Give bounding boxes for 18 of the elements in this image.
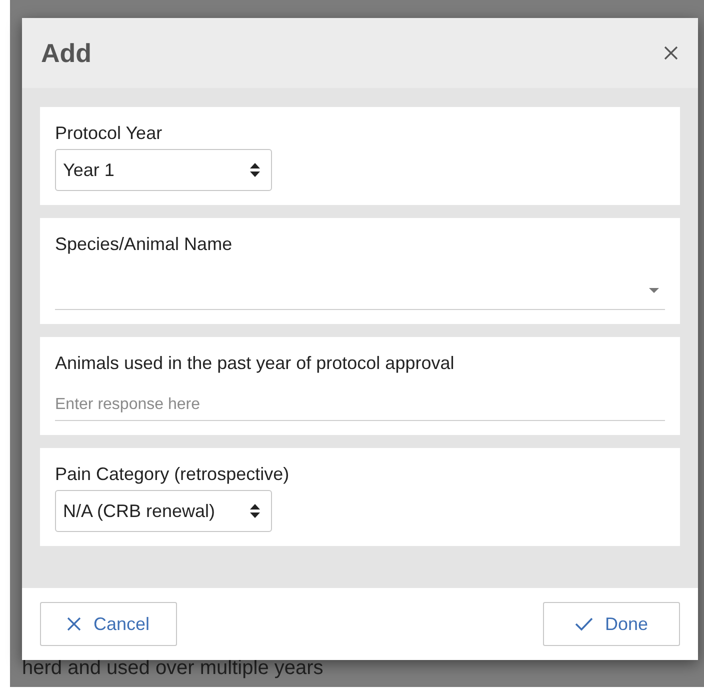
done-button[interactable]: Done — [543, 602, 680, 646]
field-label: Pain Category (retrospective) — [55, 463, 290, 486]
background-text: herd and used over multiple years — [22, 656, 324, 681]
input-field[interactable]: Enter response here — [55, 389, 665, 421]
caret-icon — [649, 288, 659, 294]
close-icon — [67, 617, 82, 631]
sort-icon — [249, 162, 261, 178]
field-label: Protocol Year — [55, 122, 164, 145]
field-card[interactable]: Animals used in the past year of protocol approval Enter response here — [40, 337, 680, 435]
sort-icon — [249, 503, 261, 519]
dialog-title: Add — [41, 36, 92, 70]
select-field[interactable]: Year 1 — [55, 149, 272, 191]
cancel-button[interactable]: Cancel — [40, 602, 177, 646]
field-label: Species/Animal Name — [55, 233, 234, 256]
select-field[interactable]: N/A (CRB renewal) — [55, 490, 272, 532]
close-icon[interactable] — [664, 46, 678, 60]
check-icon — [574, 617, 593, 631]
field-label: Animals used in the past year of protocol approval — [55, 352, 456, 375]
